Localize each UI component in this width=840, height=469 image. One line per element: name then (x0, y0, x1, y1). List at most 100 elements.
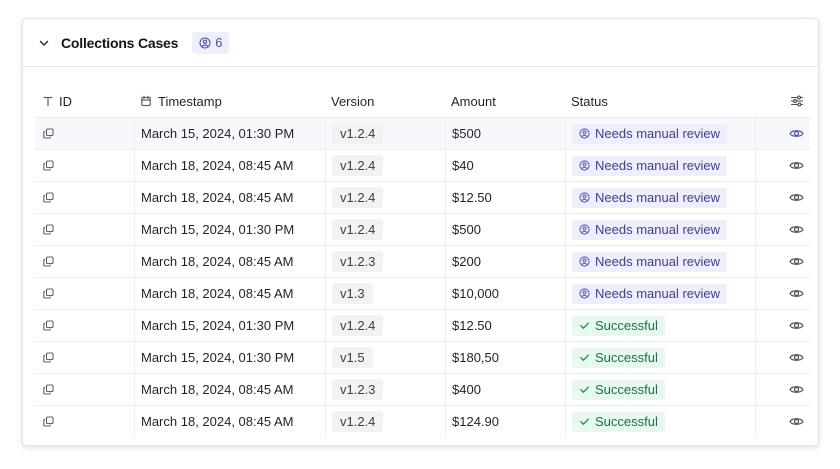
table-row[interactable]: March 18, 2024, 08:45 AM v1.2.4 $124.90 … (35, 405, 810, 437)
action-cell (755, 214, 810, 245)
copy-icon[interactable] (43, 160, 54, 171)
amount-cell: $200 (445, 246, 565, 277)
copy-icon[interactable] (43, 320, 54, 331)
version-tag: v1.2.4 (332, 187, 384, 208)
column-header-version[interactable]: Version (325, 85, 445, 117)
eye-icon[interactable] (789, 254, 804, 269)
status-cell: Successful (565, 310, 755, 341)
amount-value: $500 (452, 126, 481, 141)
user-circle-icon (579, 160, 590, 171)
table-row[interactable]: March 15, 2024, 01:30 PM v1.5 $180,50 Su… (35, 341, 810, 373)
eye-icon[interactable] (789, 158, 804, 173)
table-row[interactable]: March 18, 2024, 08:45 AM v1.2.4 $12.50 N… (35, 181, 810, 213)
copy-icon[interactable] (43, 352, 54, 363)
amount-cell: $12.50 (445, 310, 565, 341)
id-cell (35, 406, 134, 437)
cases-table: ID Timestamp Version Amount Status March… (35, 85, 810, 437)
copy-icon[interactable] (43, 128, 54, 139)
eye-icon[interactable] (789, 382, 804, 397)
copy-icon[interactable] (43, 256, 54, 267)
amount-value: $124.90 (452, 414, 499, 429)
timestamp-cell: March 18, 2024, 08:45 AM (134, 150, 325, 181)
column-settings (755, 85, 810, 117)
copy-icon[interactable] (43, 192, 54, 203)
status-badge: Successful (572, 315, 665, 336)
table-row[interactable]: March 15, 2024, 01:30 PM v1.2.4 $500 Nee… (35, 117, 810, 149)
version-tag: v1.2.3 (332, 379, 384, 400)
amount-cell: $10,000 (445, 278, 565, 309)
timestamp-cell: March 15, 2024, 01:30 PM (134, 342, 325, 373)
chevron-down-icon[interactable] (37, 36, 51, 50)
table-row[interactable]: March 18, 2024, 08:45 AM v1.2.3 $200 Nee… (35, 245, 810, 277)
calendar-icon (140, 95, 152, 107)
version-cell: v1.2.4 (325, 310, 445, 341)
amount-value: $12.50 (452, 318, 492, 333)
status-badge: Needs manual review (572, 123, 728, 144)
version-tag: v1.2.4 (332, 219, 384, 240)
amount-value: $180,50 (452, 350, 499, 365)
eye-icon[interactable] (789, 222, 804, 237)
status-badge: Successful (572, 379, 665, 400)
column-header-status[interactable]: Status (565, 85, 755, 117)
id-cell (35, 182, 134, 213)
column-header-id[interactable]: ID (35, 85, 134, 117)
table-header: ID Timestamp Version Amount Status (35, 85, 810, 117)
column-label-version: Version (331, 93, 375, 109)
action-cell (755, 182, 810, 213)
amount-value: $400 (452, 382, 481, 397)
status-badge: Needs manual review (572, 155, 728, 176)
id-cell (35, 310, 134, 341)
copy-icon[interactable] (43, 224, 54, 235)
eye-icon[interactable] (789, 286, 804, 301)
status-cell: Needs manual review (565, 278, 755, 309)
user-circle-icon (579, 192, 590, 203)
status-label: Needs manual review (595, 222, 721, 237)
timestamp-value: March 15, 2024, 01:30 PM (141, 350, 295, 365)
copy-icon[interactable] (43, 416, 54, 427)
column-label-amount: Amount (451, 93, 496, 109)
status-cell: Successful (565, 406, 755, 437)
eye-icon[interactable] (789, 126, 804, 141)
amount-value: $12.50 (452, 190, 492, 205)
table-row[interactable]: March 18, 2024, 08:45 AM v1.2.3 $400 Suc… (35, 373, 810, 405)
column-header-amount[interactable]: Amount (445, 85, 565, 117)
status-label: Successful (595, 350, 658, 365)
status-label: Successful (595, 318, 658, 333)
column-header-timestamp[interactable]: Timestamp (134, 85, 325, 117)
amount-cell: $500 (445, 118, 565, 149)
amount-cell: $500 (445, 214, 565, 245)
status-cell: Successful (565, 374, 755, 405)
user-circle-icon (579, 256, 590, 267)
sliders-icon[interactable] (790, 94, 804, 108)
column-label-status: Status (571, 93, 608, 109)
count-badge: 6 (192, 31, 230, 54)
copy-icon[interactable] (43, 288, 54, 299)
copy-icon[interactable] (43, 384, 54, 395)
eye-icon[interactable] (789, 318, 804, 333)
timestamp-value: March 18, 2024, 08:45 AM (141, 414, 294, 429)
version-tag: v1.2.4 (332, 123, 384, 144)
table-row[interactable]: March 18, 2024, 08:45 AM v1.2.4 $40 Need… (35, 149, 810, 181)
status-badge: Successful (572, 411, 665, 432)
eye-icon[interactable] (789, 350, 804, 365)
status-label: Successful (595, 414, 658, 429)
user-circle-icon (579, 288, 590, 299)
table-row[interactable]: March 15, 2024, 01:30 PM v1.2.4 $12.50 S… (35, 309, 810, 341)
amount-cell: $12.50 (445, 182, 565, 213)
amount-value: $40 (452, 158, 474, 173)
id-cell (35, 214, 134, 245)
table-row[interactable]: March 15, 2024, 01:30 PM v1.2.4 $500 Nee… (35, 213, 810, 245)
status-cell: Needs manual review (565, 214, 755, 245)
timestamp-value: March 15, 2024, 01:30 PM (141, 126, 295, 141)
status-cell: Needs manual review (565, 246, 755, 277)
table-row[interactable]: March 18, 2024, 08:45 AM v1.3 $10,000 Ne… (35, 277, 810, 309)
status-label: Needs manual review (595, 190, 721, 205)
amount-value: $200 (452, 254, 481, 269)
eye-icon[interactable] (789, 190, 804, 205)
timestamp-cell: March 18, 2024, 08:45 AM (134, 374, 325, 405)
version-cell: v1.2.4 (325, 406, 445, 437)
collections-cases-card: Collections Cases 6 ID Timestamp Version… (22, 18, 819, 446)
action-cell (755, 118, 810, 149)
id-cell (35, 374, 134, 405)
eye-icon[interactable] (789, 414, 804, 429)
